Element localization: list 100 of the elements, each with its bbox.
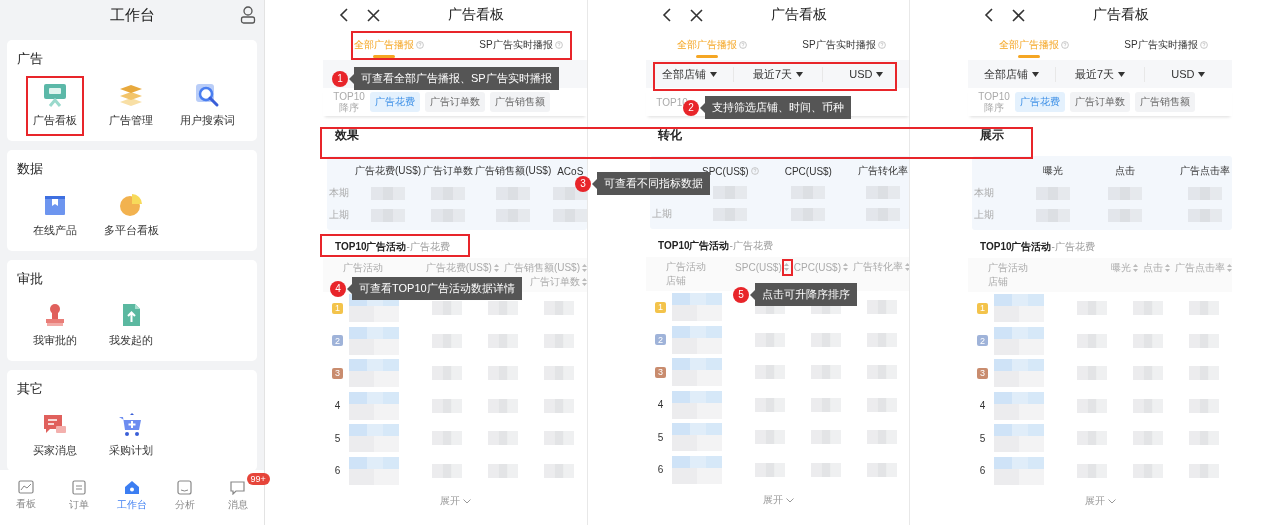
close-icon[interactable] — [367, 8, 380, 22]
redacted-value — [867, 365, 897, 380]
redacted-value — [544, 463, 574, 478]
user-icon[interactable] — [240, 6, 256, 24]
close-icon[interactable] — [1012, 8, 1025, 22]
close-icon[interactable] — [690, 8, 703, 22]
tab[interactable]: SP广告实时播报 — [455, 30, 587, 60]
sort-chip[interactable]: 广告花费 — [370, 92, 420, 112]
back-icon[interactable] — [984, 8, 994, 22]
screen-title: 广告看板 — [448, 6, 504, 24]
redacted-value — [553, 186, 587, 200]
sort-icon — [493, 264, 499, 272]
back-icon[interactable] — [662, 8, 672, 22]
column-heading: 广告活动 — [666, 260, 707, 274]
redacted-value — [488, 366, 518, 381]
period-label: 本期 — [329, 186, 350, 200]
filter-dropdown[interactable]: 全部店铺 — [968, 66, 1057, 82]
filter-dropdown[interactable]: 全部店铺 — [646, 66, 735, 82]
tab-bar-item[interactable]: 工作台 — [117, 480, 147, 512]
workbench-item[interactable]: 在线产品 — [33, 190, 77, 240]
chat-icon — [229, 480, 247, 495]
list-metric: -广告花费 — [1051, 241, 1095, 252]
count-badge: 99+ — [246, 473, 270, 485]
caret-icon — [1198, 71, 1206, 77]
callout-tooltip: 可查看全部广告播报、SP广告实时播报 — [349, 67, 559, 90]
redacted-value — [488, 398, 518, 413]
redacted-value — [755, 332, 785, 347]
back-icon[interactable] — [339, 8, 349, 22]
redacted-value — [1108, 186, 1142, 200]
rank-number: 4 — [978, 400, 987, 412]
redacted-value — [349, 391, 399, 420]
redacted-value — [544, 431, 574, 446]
tab-bar-item[interactable]: 订单 — [69, 480, 90, 512]
tab-bar-item[interactable]: 看板 — [16, 480, 37, 511]
metric-heading: 广告订单数 — [423, 164, 474, 178]
metric-heading: 广告转化率 — [857, 164, 908, 178]
redacted-value — [1188, 208, 1222, 222]
workbench-item[interactable]: 我发起的 — [109, 300, 153, 350]
chevron-down-icon — [462, 498, 471, 504]
redacted-value — [1036, 186, 1070, 200]
redacted-value — [713, 186, 748, 199]
tab-bar-item[interactable]: 消息 — [227, 480, 248, 512]
document-icon — [72, 480, 87, 495]
redacted-value — [432, 333, 462, 348]
metric-heading: 曝光 — [1043, 164, 1063, 178]
metric-heading: 点击 — [1115, 164, 1135, 178]
workbench-item[interactable]: 广告管理 — [109, 80, 153, 130]
rank-number: 6 — [333, 465, 342, 477]
expand-button[interactable]: 展开 — [756, 492, 800, 508]
sort-icon — [783, 263, 789, 271]
rank-badge: 3 — [655, 366, 666, 378]
filter-dropdown[interactable]: USD — [1144, 68, 1232, 80]
redacted-value — [867, 300, 897, 315]
redacted-value — [1189, 398, 1219, 413]
redacted-value — [488, 301, 518, 316]
workbench-item[interactable]: 用户搜索词 — [179, 80, 235, 130]
sort-label: TOP10 降序 — [978, 91, 1010, 113]
metric-heading: 广告销售额(US$) — [475, 164, 552, 178]
redacted-value — [432, 366, 462, 381]
workbench-item[interactable]: 采购计划 — [109, 410, 153, 460]
sort-chip[interactable]: 广告花费 — [1015, 92, 1065, 112]
redacted-value — [994, 391, 1044, 420]
redacted-value — [349, 359, 399, 388]
layers-icon — [118, 82, 144, 108]
callout-tooltip: 支持筛选店铺、时间、币种 — [700, 96, 851, 119]
redacted-value — [994, 359, 1044, 388]
redacted-value — [1133, 398, 1163, 413]
redacted-value — [1077, 398, 1107, 413]
sort-chip[interactable]: 广告销售额 — [1135, 92, 1195, 112]
workbench-item[interactable]: 我审批的 — [33, 300, 77, 350]
filter-dropdown[interactable]: 最近7天 — [1056, 66, 1145, 82]
redacted-value — [865, 207, 900, 221]
redacted-value — [371, 186, 406, 200]
filter-dropdown[interactable]: USD — [822, 68, 909, 80]
redacted-value — [1189, 431, 1219, 446]
screen-title: 广告看板 — [1093, 6, 1149, 24]
expand-button[interactable]: 展开 — [1078, 493, 1122, 509]
list-metric: -广告花费 — [406, 241, 450, 252]
tab[interactable]: SP广告实时播报 — [1100, 30, 1232, 60]
sort-chip[interactable]: 广告销售额 — [490, 92, 550, 112]
redacted-value — [1077, 301, 1107, 316]
workbench-item[interactable]: 买家消息 — [33, 410, 77, 460]
section-title: 转化 — [657, 126, 683, 144]
rank-badge: 1 — [332, 302, 343, 314]
workbench-item[interactable]: 多平台看板 — [103, 190, 159, 240]
period-label: 本期 — [974, 186, 995, 200]
caret-icon — [710, 71, 718, 77]
redacted-value — [994, 424, 1044, 453]
tab-bar-item[interactable]: 分析 — [174, 480, 195, 512]
sort-chip[interactable]: 广告订单数 — [1070, 92, 1130, 112]
workbench-item[interactable]: 广告看板 — [33, 80, 77, 130]
expand-button[interactable]: 展开 — [433, 493, 477, 509]
filter-dropdown[interactable]: 最近7天 — [734, 66, 823, 82]
redacted-value — [867, 332, 897, 347]
tab[interactable]: SP广告实时播报 — [778, 30, 909, 60]
home-icon — [124, 480, 140, 495]
section-title: 数据 — [17, 160, 44, 178]
callout-tooltip: 可查看TOP10广告活动数据详情 — [347, 277, 522, 300]
chart-icon — [18, 480, 35, 494]
sort-chip[interactable]: 广告订单数 — [425, 92, 485, 112]
